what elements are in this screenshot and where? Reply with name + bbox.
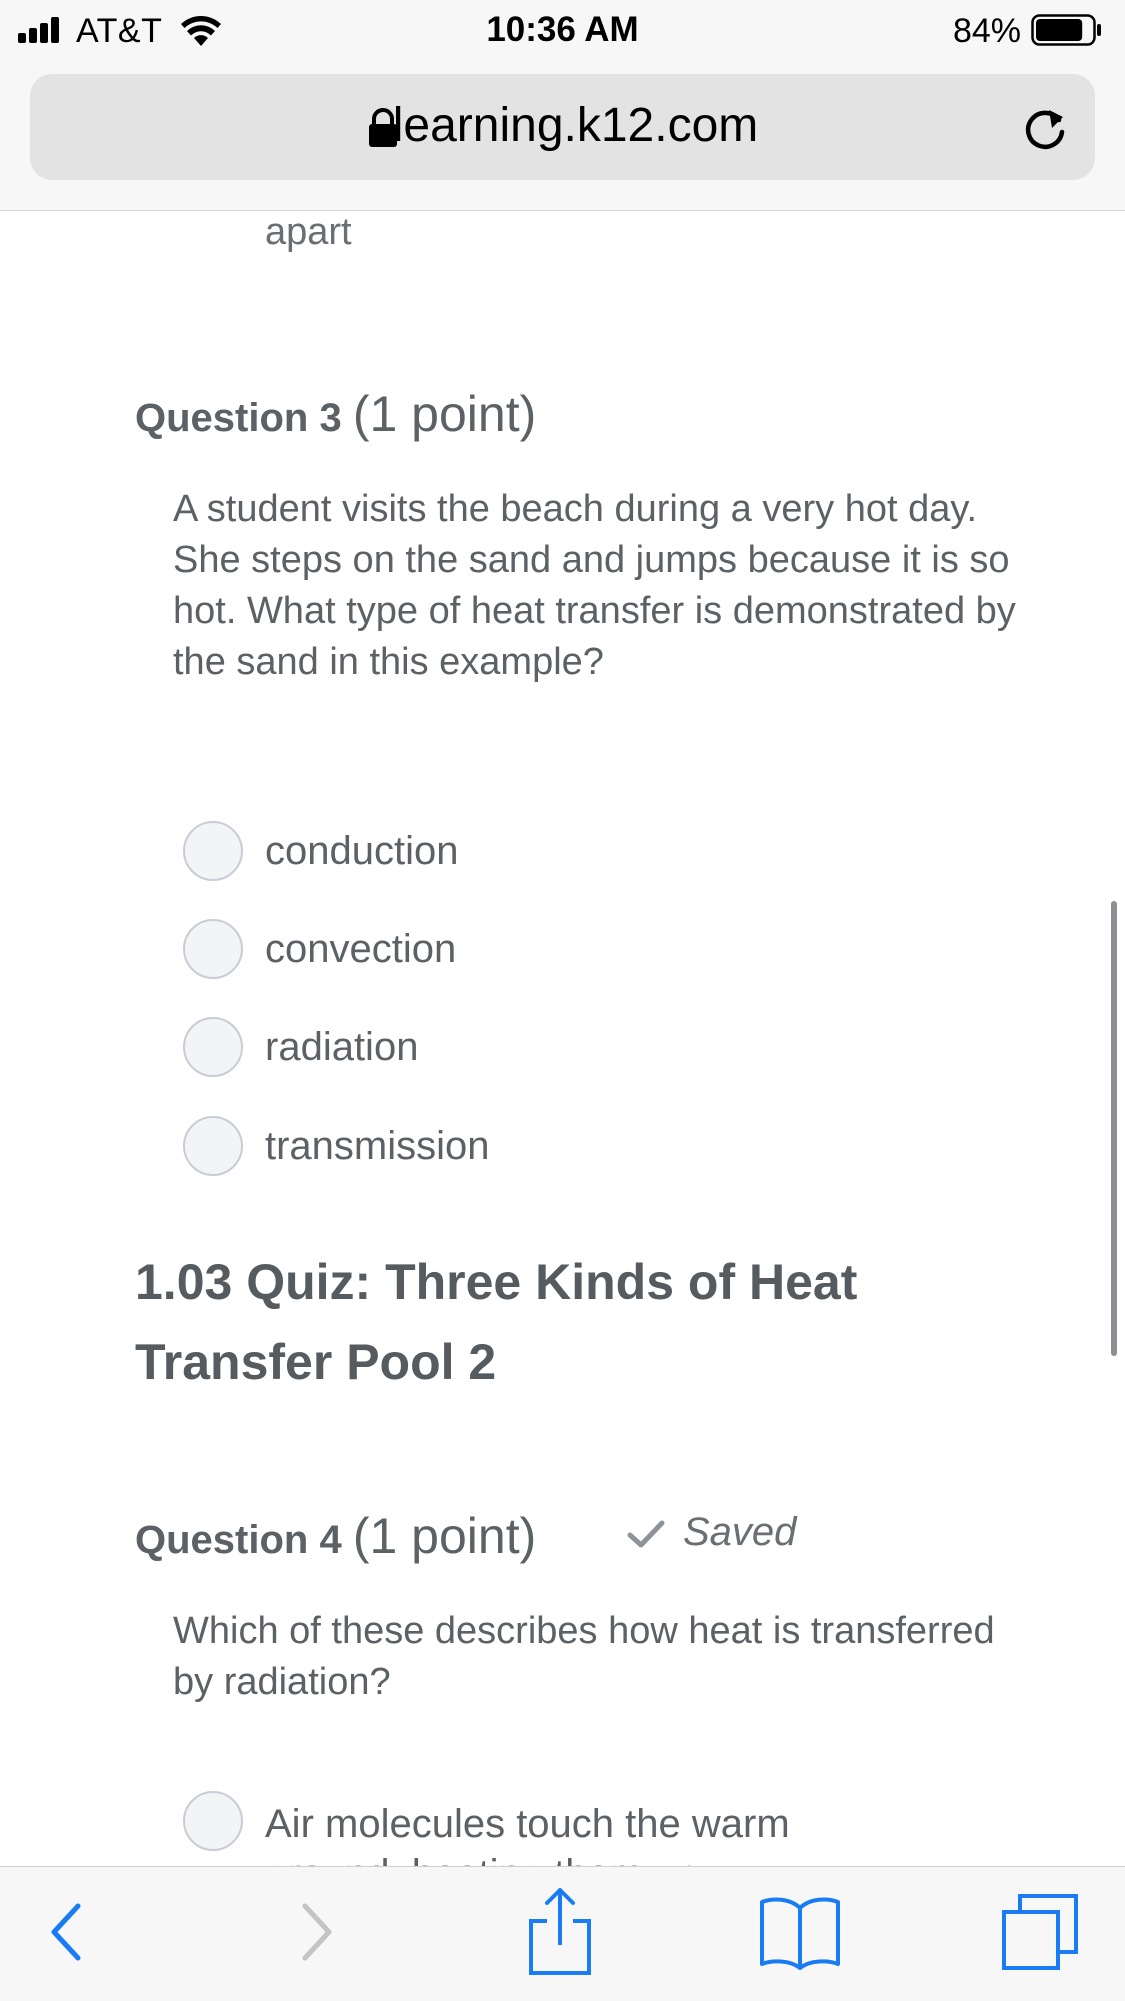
option-label[interactable]: Air molecules touch the warm ground, hea… bbox=[265, 1799, 825, 1866]
question-points: (1 point) bbox=[352, 1508, 537, 1564]
radio-button[interactable] bbox=[183, 1017, 243, 1077]
battery-icon bbox=[1031, 14, 1101, 46]
bookmarks-button[interactable] bbox=[755, 1887, 845, 1977]
page-content: apart Question 3 (1 point) A student vis… bbox=[0, 211, 1125, 1866]
url-text[interactable]: learning.k12.com bbox=[30, 98, 1095, 153]
previous-answer-text: apart bbox=[265, 211, 352, 253]
forward-icon bbox=[302, 1903, 332, 1961]
browser-toolbar bbox=[0, 1866, 1125, 2001]
question-number: Question 4 bbox=[135, 1518, 342, 1562]
radio-button[interactable] bbox=[183, 1791, 243, 1851]
option-label[interactable]: convection bbox=[265, 927, 456, 972]
option-label[interactable]: transmission bbox=[265, 1124, 490, 1169]
answer-option-transmission[interactable]: transmission bbox=[183, 1116, 983, 1182]
reload-icon[interactable] bbox=[1019, 102, 1071, 154]
back-button[interactable] bbox=[21, 1887, 111, 1977]
bookmarks-icon bbox=[760, 1897, 840, 1970]
scrollbar[interactable] bbox=[1111, 901, 1117, 1356]
tabs-button[interactable] bbox=[995, 1887, 1085, 1977]
share-icon bbox=[529, 1888, 591, 1975]
section-title: 1.03 Quiz: Three Kinds of Heat Transfer … bbox=[135, 1254, 858, 1390]
browser-address-area: learning.k12.com bbox=[0, 62, 1125, 211]
answer-option-convection[interactable]: convection bbox=[183, 919, 983, 985]
answer-option-air-molecules[interactable]: Air molecules touch the warm ground, hea… bbox=[183, 1791, 983, 1866]
battery-percentage: 84% bbox=[952, 12, 1021, 50]
radio-button[interactable] bbox=[183, 821, 243, 881]
question-3-heading: Question 3 (1 point) bbox=[135, 385, 536, 443]
status-bar: AT&T 10:36 AM 84% bbox=[0, 0, 1125, 62]
question-points: (1 point) bbox=[352, 386, 537, 442]
checkmark-icon bbox=[627, 1520, 665, 1548]
back-icon bbox=[51, 1903, 81, 1961]
saved-status: Saved bbox=[627, 1510, 796, 1555]
question-4-heading: Question 4 (1 point) bbox=[135, 1507, 536, 1565]
question-3-text: A student visits the beach during a very… bbox=[173, 488, 1016, 683]
address-bar[interactable]: learning.k12.com bbox=[30, 74, 1095, 180]
share-button[interactable] bbox=[515, 1887, 605, 1977]
answer-option-radiation[interactable]: radiation bbox=[183, 1017, 983, 1083]
option-label[interactable]: radiation bbox=[265, 1025, 418, 1070]
question-4-text: Which of these describes how heat is tra… bbox=[173, 1610, 995, 1703]
option-label[interactable]: conduction bbox=[265, 829, 458, 874]
screen: AT&T 10:36 AM 84% learning.k12.com apart… bbox=[0, 0, 1125, 2001]
question-number: Question 3 bbox=[135, 396, 342, 440]
forward-button[interactable] bbox=[272, 1887, 362, 1977]
radio-button[interactable] bbox=[183, 1116, 243, 1176]
saved-label: Saved bbox=[683, 1510, 797, 1554]
tabs-icon bbox=[1002, 1894, 1078, 1970]
answer-option-conduction[interactable]: conduction bbox=[183, 821, 983, 887]
radio-button[interactable] bbox=[183, 919, 243, 979]
